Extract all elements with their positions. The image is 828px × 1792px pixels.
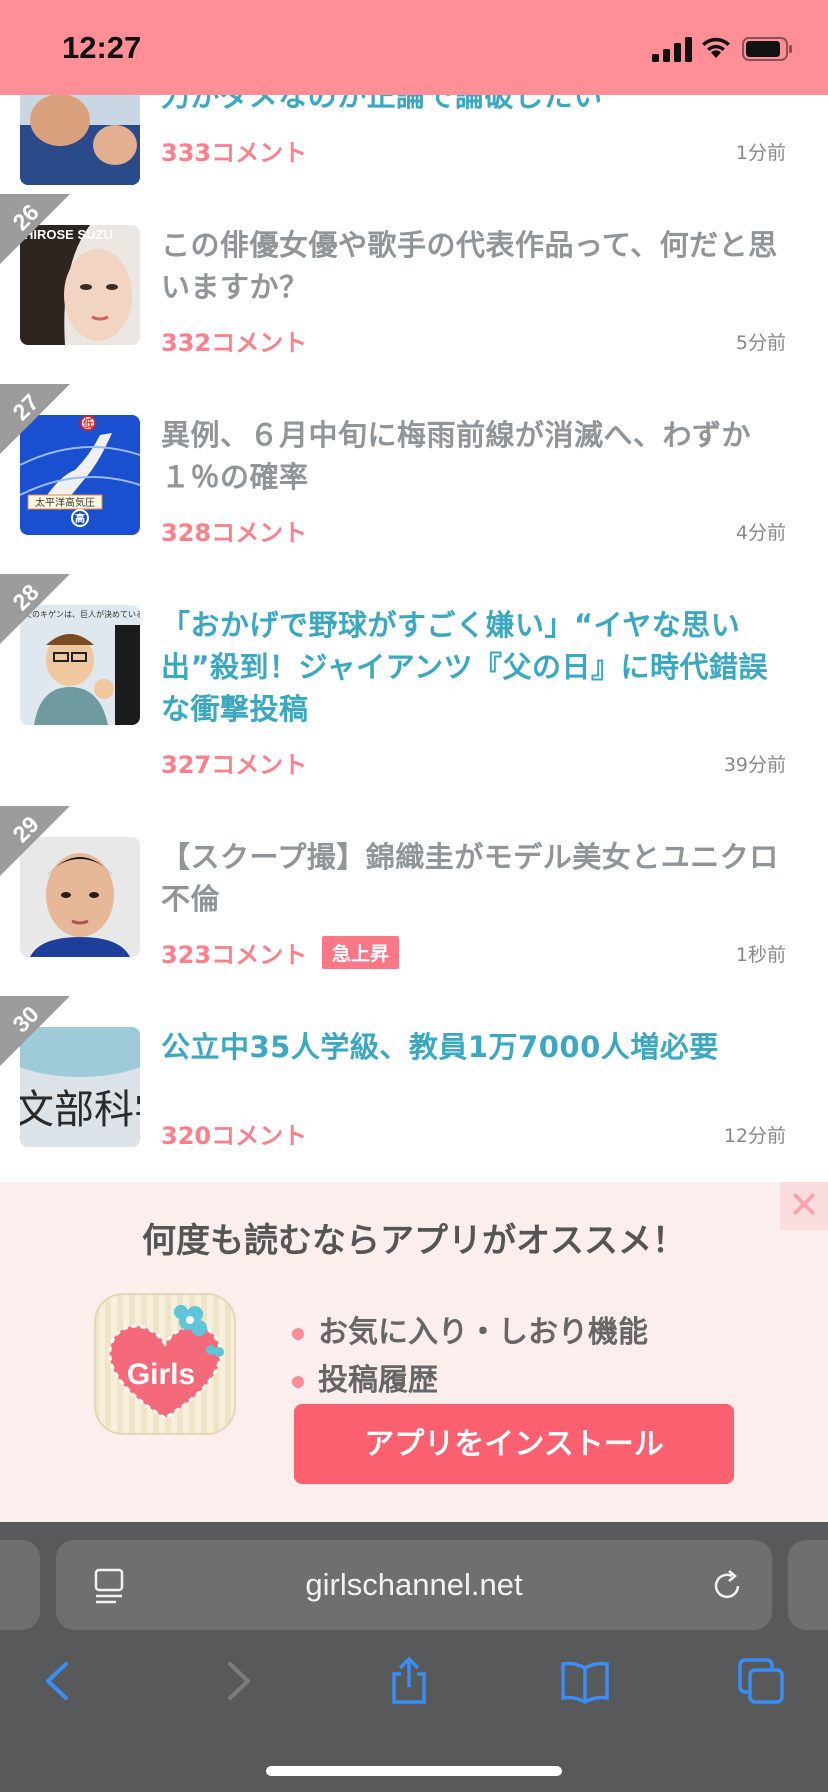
list-item[interactable]: 父のキゲンは、巨人が決めている。 28 「おかげで野球がすごく嫌い」“イヤな思い… xyxy=(0,574,828,807)
comment-count: 328コメント xyxy=(161,519,308,547)
wifi-icon xyxy=(702,37,730,58)
feature-label: お気に入り・しおり機能 xyxy=(318,1315,648,1350)
comment-count: 323コメント xyxy=(161,941,308,969)
back-icon[interactable] xyxy=(34,1656,84,1706)
topic-thumbnail xyxy=(20,95,140,185)
comment-count: 320コメント xyxy=(161,1122,308,1150)
posted-ago: 1秒前 xyxy=(735,944,786,966)
banner-headline: 何度も読むならアプリがオススメ！ xyxy=(142,1221,686,1261)
girls-app-icon: Girls xyxy=(94,1293,236,1435)
thumb-caption: 文部科学 xyxy=(20,1087,140,1133)
forward-icon[interactable] xyxy=(212,1656,262,1706)
tabs-icon[interactable] xyxy=(736,1656,786,1706)
share-icon[interactable] xyxy=(384,1656,434,1706)
bookmarks-icon[interactable] xyxy=(560,1656,610,1706)
next-tab-edge[interactable] xyxy=(788,1540,828,1630)
posted-ago: 1分前 xyxy=(735,142,786,164)
thumb-low-mark: 低 xyxy=(82,417,93,430)
topic-title[interactable]: 「おかげで野球がすごく嫌い」“イヤな思い出”殺到！ジャイアンツ『父の日』に時代錯… xyxy=(161,604,786,730)
comment-count: 332コメント xyxy=(161,329,308,357)
list-item[interactable]: 低 太平洋高気圧 高 27 異例、６月中旬に梅雨前線が消滅へ、わずか１％の確率 … xyxy=(0,384,828,575)
url-text[interactable]: girlschannel.net xyxy=(56,1567,772,1603)
bullet-icon xyxy=(292,1375,304,1388)
app-icon-text: Girls xyxy=(127,1358,195,1391)
trending-badge: 急上昇 xyxy=(322,936,400,969)
rank-ribbon: 27 xyxy=(0,384,70,454)
rank-ribbon: 26 xyxy=(0,194,70,264)
topic-title[interactable]: 【スクープ撮】錦織圭がモデル美女とユニクロ不倫 xyxy=(161,836,786,920)
list-item[interactable]: 文部科学 30 公立中35人学級、教員1万7000人増必要 320コメント 12… xyxy=(0,996,828,1183)
rank-ribbon: 28 xyxy=(0,574,70,644)
rank-ribbon: 29 xyxy=(0,806,70,876)
feature-label: 投稿履歴 xyxy=(318,1363,438,1398)
topic-title[interactable]: 力がダメなのか正論で論破したい xyxy=(161,95,786,117)
browser-toolbar: girlschannel.net xyxy=(0,1522,828,1792)
thumb-label: 太平洋高気圧 xyxy=(35,496,95,509)
comment-count: 333コメント xyxy=(161,139,308,167)
app-install-banner: ✕ 何度も読むならアプリがオススメ！ Girls お気に入り・しおり機能 投稿履… xyxy=(0,1182,828,1522)
home-indicator[interactable] xyxy=(266,1766,562,1776)
feature-item: お気に入り・しおり機能 xyxy=(292,1307,648,1351)
posted-ago: 4分前 xyxy=(735,522,786,544)
comment-count: 327コメント xyxy=(161,751,308,779)
rank-ribbon: 30 xyxy=(0,996,70,1066)
cellular-signal-icon xyxy=(652,37,692,62)
posted-ago: 39分前 xyxy=(723,754,786,776)
reload-icon[interactable] xyxy=(710,1566,746,1604)
address-bar[interactable]: girlschannel.net xyxy=(56,1540,772,1630)
previous-tab-edge[interactable] xyxy=(0,1540,40,1630)
bullet-icon xyxy=(292,1327,304,1340)
status-time: 12:27 xyxy=(62,30,142,65)
install-app-button[interactable]: アプリをインストール xyxy=(294,1404,734,1484)
status-bar: 12:27 xyxy=(0,0,828,95)
topic-title[interactable]: 異例、６月中旬に梅雨前線が消滅へ、わずか１％の確率 xyxy=(161,414,786,498)
list-item[interactable]: HIROSE SUZU 26 この俳優女優や歌手の代表作品って、何だと思いますか… xyxy=(0,194,828,385)
thumb-high-mark: 高 xyxy=(75,512,85,525)
topic-title[interactable]: 公立中35人学級、教員1万7000人増必要 xyxy=(161,1026,786,1068)
posted-ago: 12分前 xyxy=(723,1125,786,1147)
list-item[interactable]: 力がダメなのか正論で論破したい 333コメント 1分前 xyxy=(0,95,828,195)
feature-item: 投稿履歴 xyxy=(292,1355,438,1399)
battery-icon xyxy=(742,37,792,61)
posted-ago: 5分前 xyxy=(735,332,786,354)
list-item[interactable]: 29 【スクープ撮】錦織圭がモデル美女とユニクロ不倫 323コメント 急上昇 1… xyxy=(0,806,828,997)
topic-title[interactable]: この俳優女優や歌手の代表作品って、何だと思いますか？ xyxy=(161,224,786,308)
